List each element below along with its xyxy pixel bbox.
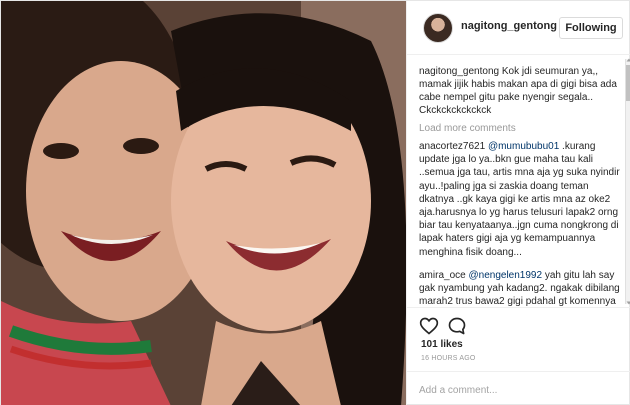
caption: nagitong_gentong Kok jdi seumuran ya,, m… xyxy=(419,65,620,117)
likes-count[interactable]: 101 likes xyxy=(421,339,463,350)
comment-item: anacortez7621 @mumububu01 .kurang update… xyxy=(419,140,620,259)
post-sidebar: nagitong_gentong Following nagitong_gent… xyxy=(406,1,630,405)
instagram-post: nagitong_gentong Following nagitong_gent… xyxy=(0,0,630,405)
add-comment-input[interactable] xyxy=(419,380,619,400)
post-photo[interactable] xyxy=(1,1,406,405)
caption-username[interactable]: nagitong_gentong xyxy=(419,66,499,77)
comment-item: amira_oce @nengelen1992 yah gitu lah say… xyxy=(419,269,620,307)
comments-scrollbar[interactable] xyxy=(625,57,630,306)
post-username[interactable]: nagitong_gentong xyxy=(461,20,557,32)
comment-mention[interactable]: @nengelen1992 xyxy=(468,270,542,281)
following-button[interactable]: Following xyxy=(559,17,623,39)
comment-username[interactable]: anacortez7621 xyxy=(419,141,485,152)
comment-bubble-icon[interactable] xyxy=(447,316,467,336)
scroll-down-arrow-icon[interactable] xyxy=(626,300,630,306)
scrollbar-thumb[interactable] xyxy=(626,65,630,101)
add-comment-section xyxy=(407,371,630,405)
scroll-up-arrow-icon[interactable] xyxy=(626,57,630,63)
heart-icon[interactable] xyxy=(419,316,439,336)
avatar[interactable] xyxy=(423,13,453,43)
post-header: nagitong_gentong Following xyxy=(407,1,630,55)
comments-list: nagitong_gentong Kok jdi seumuran ya,, m… xyxy=(407,55,630,307)
comment-mention[interactable]: @mumububu01 xyxy=(488,141,559,152)
action-bar xyxy=(407,307,630,341)
comment-username[interactable]: amira_oce xyxy=(419,270,466,281)
post-timestamp[interactable]: 16 HOURS AGO xyxy=(421,355,476,362)
load-more-comments-link[interactable]: Load more comments xyxy=(419,123,620,134)
comment-text: .kurang update jga lo ya..bkn gue maha t… xyxy=(419,141,620,258)
photo-illustration xyxy=(1,1,406,405)
